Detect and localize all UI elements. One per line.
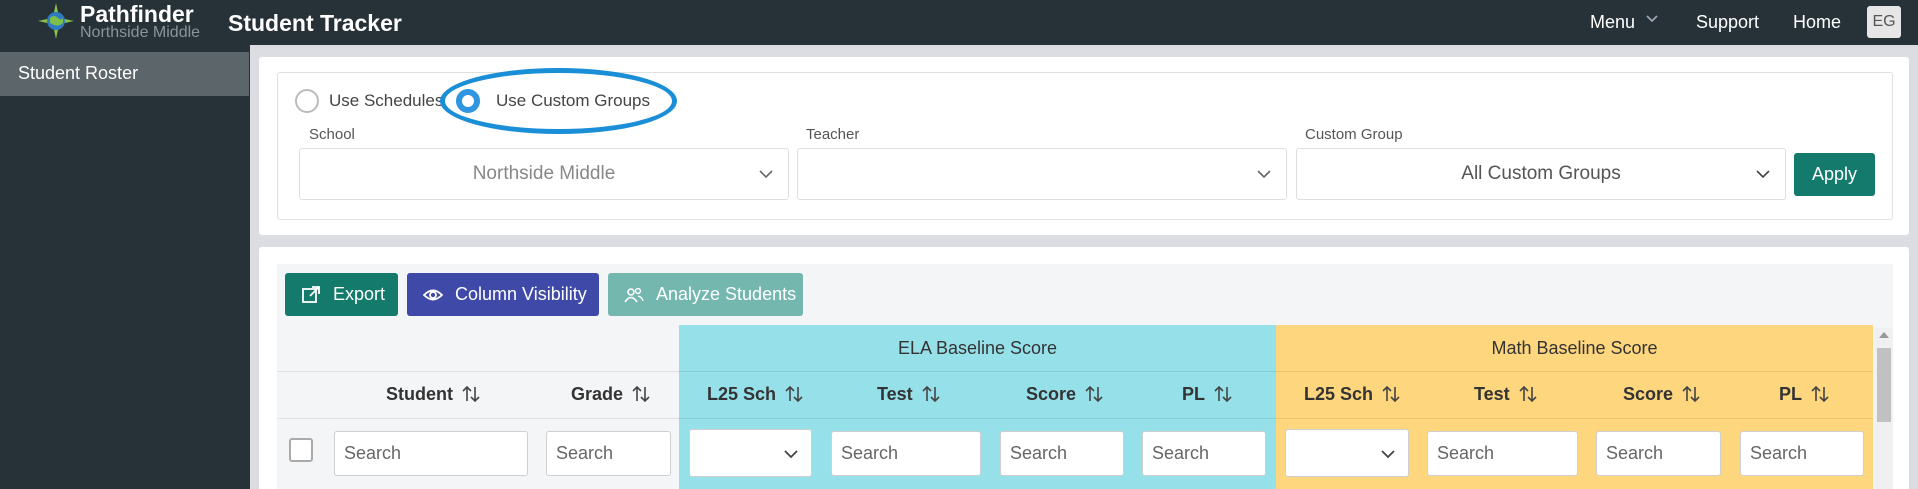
column-visibility-button-label: Column Visibility [455,284,587,304]
header-divider [277,418,1873,419]
scrollbar-thumb[interactable] [1877,348,1891,422]
teacher-field-label: Teacher [806,126,860,143]
user-avatar[interactable]: EG [1867,6,1901,38]
sort-icon [785,385,803,403]
use-schedules-radio[interactable] [295,89,319,113]
custom-group-select-value: All Custom Groups [1461,163,1621,184]
pathfinder-logo-icon [38,3,74,39]
col-header-math-score[interactable]: Score [1623,384,1701,405]
col-header-ela-score[interactable]: Score [1026,384,1104,405]
ela-pl-search-input[interactable] [1142,431,1266,476]
chevron-down-icon [759,170,773,179]
col-header-student[interactable]: Student [386,384,481,405]
chevron-down-icon [1257,170,1271,179]
col-header-label: Score [1623,384,1674,404]
col-header-grade[interactable]: Grade [571,384,651,405]
sort-icon [1519,385,1537,403]
teacher-select[interactable] [797,148,1287,200]
col-header-ela-pl[interactable]: PL [1182,384,1233,405]
custom-group-select[interactable]: All Custom Groups [1296,148,1786,200]
col-header-label: Grade [571,384,624,404]
eye-icon [423,289,443,301]
school-field-label: School [309,126,355,143]
col-header-label: Test [877,384,913,404]
apply-button[interactable]: Apply [1794,153,1875,196]
school-select-value: Northside Middle [472,163,616,184]
scroll-up-arrow-icon[interactable] [1879,332,1889,338]
col-header-ela-l25-sch[interactable]: L25 Sch [707,384,804,405]
grade-search-input[interactable] [546,431,671,476]
col-header-label: L25 Sch [707,384,777,404]
external-link-icon [302,286,320,303]
sort-icon [1811,385,1829,403]
ela-score-search-input[interactable] [1000,431,1124,476]
nav-menu-label: Menu [1590,12,1636,32]
export-button[interactable]: Export [285,273,398,316]
sort-icon [462,385,480,403]
col-header-math-pl[interactable]: PL [1779,384,1830,405]
col-header-ela-test[interactable]: Test [877,384,941,405]
sort-icon [1382,385,1400,403]
sidebar: Student Roster [0,45,250,489]
math-pl-search-input[interactable] [1740,431,1864,476]
col-header-label: L25 Sch [1304,384,1374,404]
col-header-label: PL [1182,384,1206,404]
col-header-math-test[interactable]: Test [1474,384,1538,405]
chevron-down-icon [1381,450,1395,459]
sort-icon [1214,385,1232,403]
math-score-search-input[interactable] [1596,431,1721,476]
math-baseline-score-header: Math Baseline Score [1491,338,1658,358]
math-test-search-input[interactable] [1427,431,1578,476]
col-header-label: Score [1026,384,1077,404]
school-select[interactable]: Northside Middle [299,148,789,200]
app-title: Student Tracker [228,10,402,36]
col-header-math-l25-sch[interactable]: L25 Sch [1304,384,1401,405]
sort-icon [1085,385,1103,403]
brand-school-name: Northside Middle [80,24,201,41]
header-divider [277,371,1873,372]
table-scrollbar[interactable] [1875,328,1893,489]
math-l25-sch-select[interactable] [1285,429,1409,477]
column-visibility-button[interactable]: Column Visibility [407,273,599,316]
nav-home-link[interactable]: Home [1793,12,1841,33]
ela-test-search-input[interactable] [831,431,981,476]
student-search-input[interactable] [334,431,528,476]
custom-group-field-label: Custom Group [1305,126,1403,143]
sort-icon [922,385,940,403]
nav-menu-dropdown[interactable]: Menu [1590,12,1659,33]
sort-icon [1682,385,1700,403]
use-custom-groups-label[interactable]: Use Custom Groups [496,91,650,111]
chevron-down-icon [1756,170,1770,179]
chevron-down-icon [1646,15,1658,23]
col-header-label: Student [386,384,453,404]
top-navbar: Pathfinder Northside Middle Student Trac… [0,0,1918,45]
sort-icon [632,385,650,403]
analyze-students-button-label: Analyze Students [656,284,797,304]
ela-l25-sch-select[interactable] [689,429,812,477]
analyze-students-button[interactable]: Analyze Students [608,273,803,316]
chevron-down-icon [784,450,798,459]
export-button-label: Export [333,284,386,304]
users-icon [624,287,644,303]
ela-baseline-score-header: ELA Baseline Score [897,338,1058,358]
use-custom-groups-radio[interactable] [456,89,480,113]
select-all-checkbox[interactable] [289,438,313,462]
sidebar-item-student-roster[interactable]: Student Roster [0,52,249,96]
col-header-label: PL [1779,384,1803,404]
use-schedules-label[interactable]: Use Schedules [329,91,443,111]
nav-support-link[interactable]: Support [1696,12,1759,33]
col-header-label: Test [1474,384,1510,404]
